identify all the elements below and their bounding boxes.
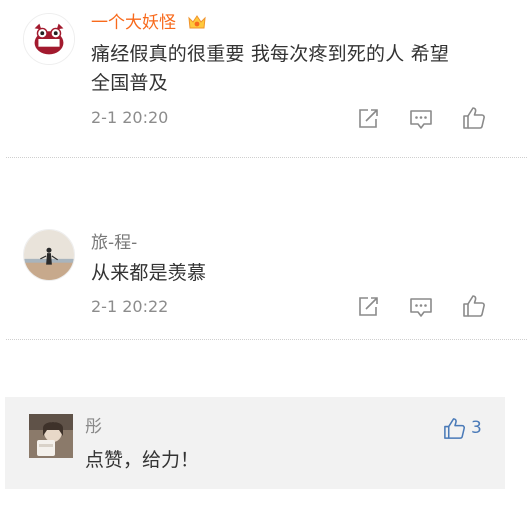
thumbs-up-icon <box>444 417 465 439</box>
reply-username[interactable]: 彤 <box>85 416 102 438</box>
reply-card: 彤 点赞，给力！ 3 <box>5 397 505 489</box>
comment-timestamp: 2-1 20:22 <box>91 297 169 316</box>
user-avatar[interactable] <box>23 229 75 281</box>
comment-username[interactable]: 一个大妖怪 <box>91 12 176 34</box>
reply-text: 点赞，给力！ <box>85 449 200 471</box>
comment-divider <box>6 339 527 340</box>
comment-timestamp: 2-1 20:20 <box>91 108 169 127</box>
comment-username[interactable]: 旅-程- <box>91 232 137 254</box>
thumbs-up-icon[interactable] <box>461 293 487 319</box>
user-avatar[interactable] <box>29 414 73 458</box>
like-count: 3 <box>471 418 482 438</box>
comment-text-line: 全国普及 <box>91 72 168 94</box>
thumbs-up-icon[interactable] <box>461 105 487 131</box>
comment-feed: 一个大妖怪 痛经假真的很重要 我每次疼到死的人 希望 全国普及 2-1 20:2… <box>0 0 527 505</box>
reply-like-button[interactable]: 3 <box>442 415 482 441</box>
comment-icon[interactable] <box>408 106 434 132</box>
repost-icon[interactable] <box>355 106 381 132</box>
repost-icon[interactable] <box>355 294 381 320</box>
comment-divider <box>6 157 527 158</box>
comment-text: 痛经假真的很重要 我每次疼到死的人 希望 全国普及 <box>91 40 501 98</box>
user-avatar[interactable] <box>23 13 75 65</box>
comment-text-line: 痛经假真的很重要 我每次疼到死的人 希望 <box>91 43 450 65</box>
vip-crown-icon <box>187 13 207 31</box>
comment-text-line: 从来都是羡慕 <box>91 262 207 284</box>
comment-text: 从来都是羡慕 <box>91 259 501 288</box>
comment-icon[interactable] <box>408 294 434 320</box>
